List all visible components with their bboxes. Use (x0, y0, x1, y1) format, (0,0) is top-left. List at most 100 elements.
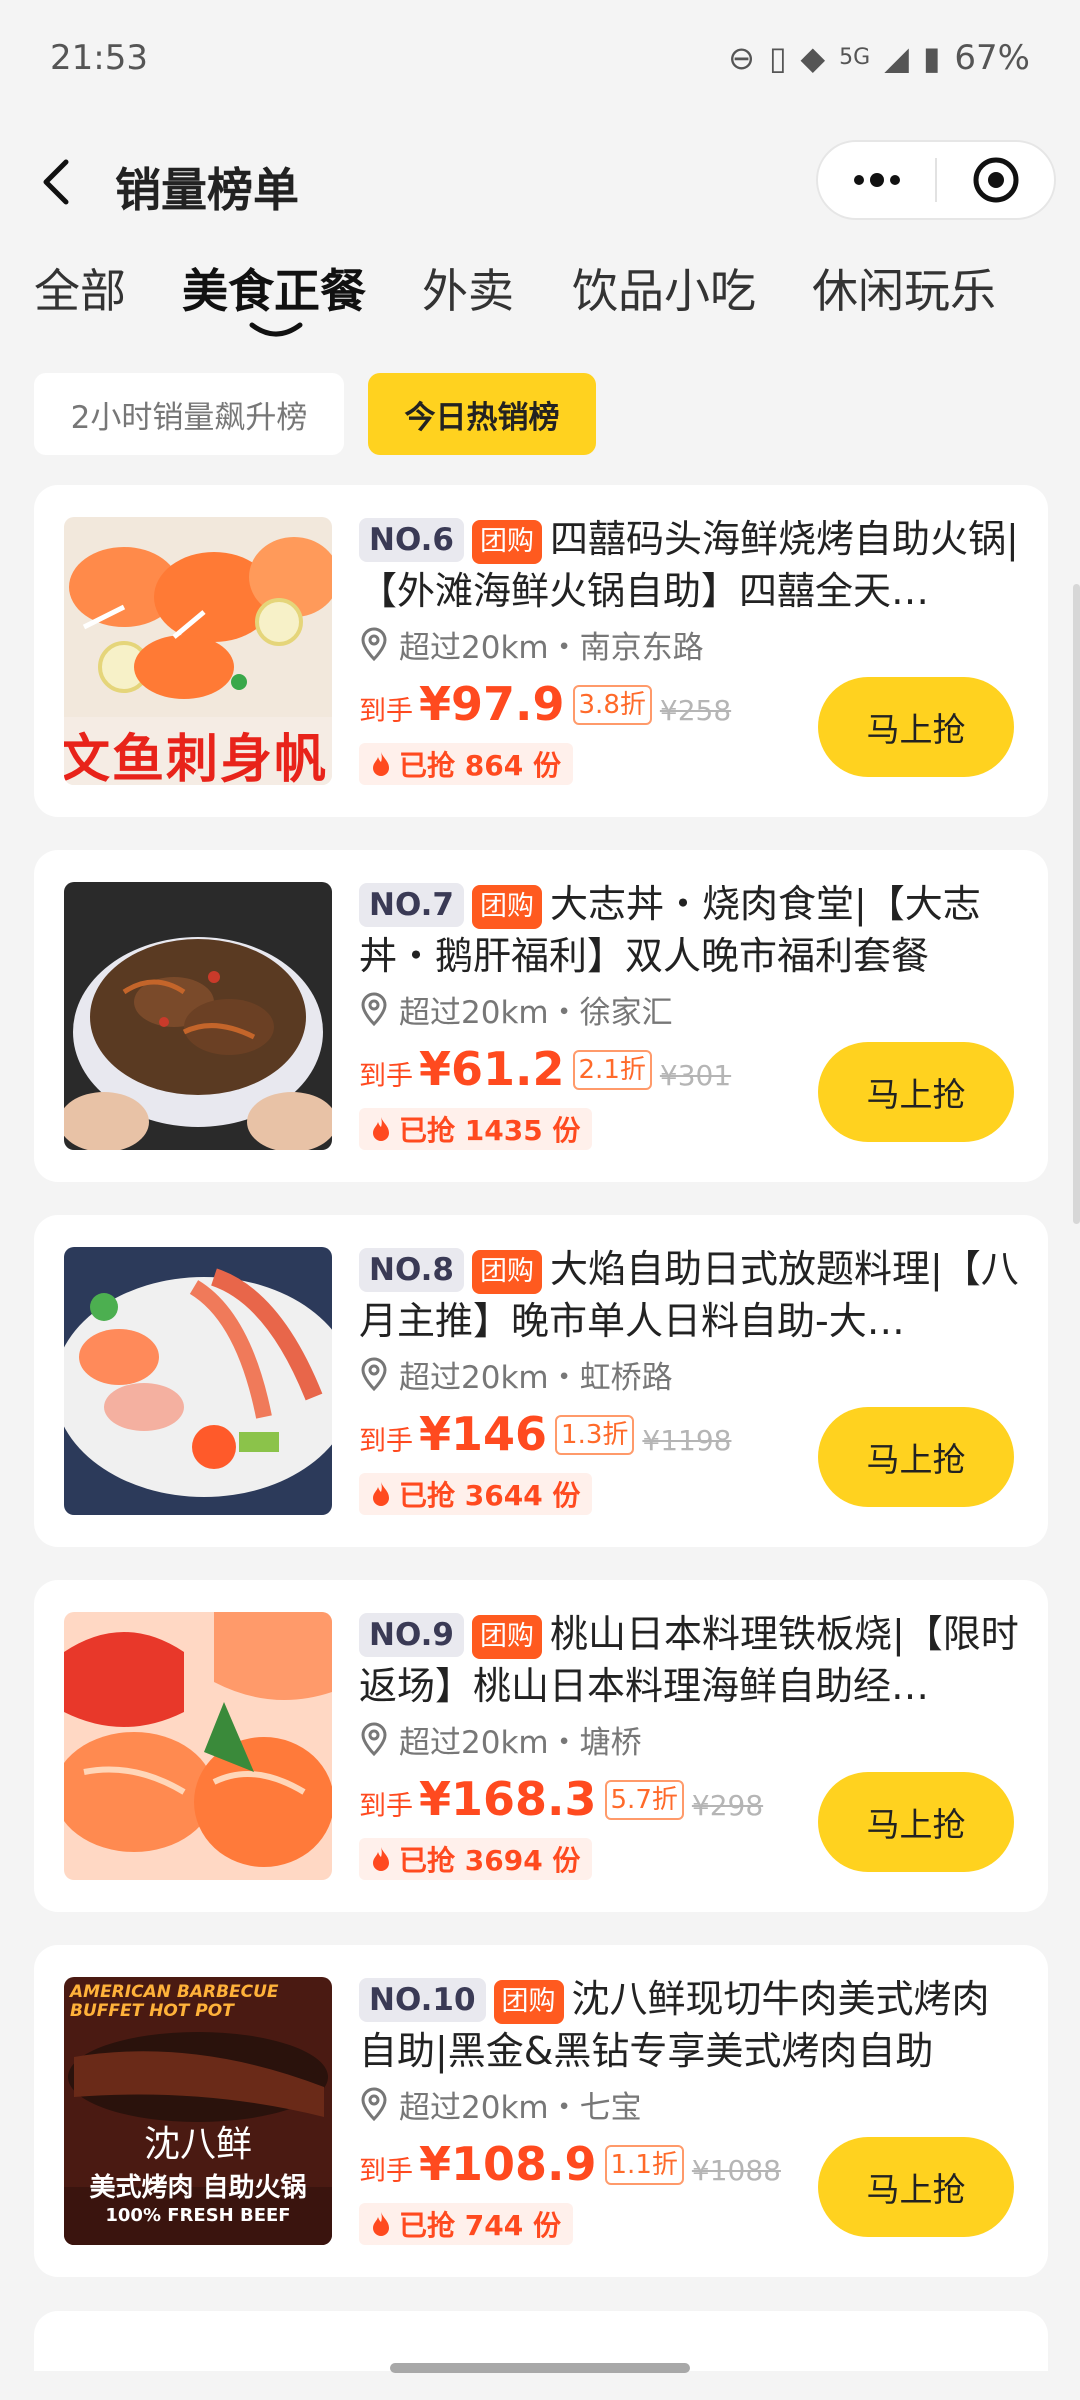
filter-today-hot[interactable]: 今日热销榜 (368, 373, 596, 455)
location-pin-icon (361, 627, 387, 662)
product-thumbnail[interactable]: AMERICAN BARBECUE BUFFET HOT POT 沈八鲜 美式烤… (64, 1977, 332, 2245)
price-prefix: 到手 (359, 1791, 413, 1822)
dnd-icon: ⊖ (728, 38, 755, 77)
item-title[interactable]: NO.8 团购 大焰自助日式放题料理|【八月主推】晚市单人日料自助-大… (359, 1243, 1019, 1347)
close-miniprogram-button[interactable] (937, 142, 1054, 218)
fire-icon (373, 1847, 389, 1871)
list-item[interactable]: NO.8 团购 大焰自助日式放题料理|【八月主推】晚市单人日料自助-大… 超过20k… (34, 1215, 1048, 1547)
item-location: 超过20km・南京东路 (399, 629, 704, 666)
list-item[interactable]: 文鱼刺身帆 NO.6 团购 四囍码头海鲜烧烤自助火锅|【外滩海鲜火锅自助】四囍全天…… (34, 485, 1048, 817)
fire-icon (373, 1117, 389, 1141)
tab-takeout[interactable]: 外卖 (422, 255, 514, 321)
item-title[interactable]: NO.9 团购 桃山日本料理铁板烧|【限时返场】桃山日本料理海鲜自助经… (359, 1608, 1019, 1712)
product-thumbnail[interactable] (64, 1612, 332, 1880)
deal-price: ¥97.9 (419, 677, 565, 731)
location-line: 超过20km・徐家汇 (359, 984, 1048, 1034)
sold-count: 已抢 3694 份 (399, 1844, 581, 1877)
group-buy-tag: 团购 (471, 885, 542, 929)
page-title: 销量榜单 (115, 163, 299, 217)
discount-badge: 3.8折 (572, 685, 652, 725)
sold-count: 已抢 1435 份 (399, 1114, 581, 1147)
item-location: 超过20km・徐家汇 (399, 994, 673, 1031)
sold-count: 已抢 864 份 (399, 749, 561, 782)
discount-badge: 1.3折 (555, 1415, 635, 1455)
thumb-caption: 文鱼刺身帆 (64, 730, 329, 785)
wifi-icon: ◆ (800, 38, 826, 77)
sold-count: 已抢 3644 份 (399, 1479, 581, 1512)
original-price: ¥258 (659, 694, 732, 727)
sold-count: 已抢 744 份 (399, 2209, 561, 2242)
item-location: 超过20km・塘桥 (399, 1724, 642, 1761)
list-item[interactable]: NO.7 团购 大志丼・烧肉食堂|【大志丼・鹅肝福利】双人晚市福利套餐 超过20km… (34, 850, 1048, 1182)
rank-badge: NO.10 (359, 1978, 486, 2022)
original-price: ¥298 (691, 1789, 764, 1822)
thumb-caption-top: AMERICAN BARBECUE BUFFET HOT POT (70, 1982, 279, 2021)
item-location: 超过20km・七宝 (399, 2089, 642, 2126)
list-item[interactable]: AMERICAN BARBECUE BUFFET HOT POT 沈八鲜 美式烤… (34, 1945, 1048, 2277)
fire-icon (373, 752, 389, 776)
signal-icon: ◢ (884, 38, 909, 77)
item-title[interactable]: NO.10 团购 沈八鲜现切牛肉美式烤肉自助|黑金&黑钻专享美式烤肉自助 (359, 1973, 1019, 2077)
item-title[interactable]: NO.7 团购 大志丼・烧肉食堂|【大志丼・鹅肝福利】双人晚市福利套餐 (359, 878, 1019, 982)
list-item[interactable]: NO.9 团购 桃山日本料理铁板烧|【限时返场】桃山日本料理海鲜自助经… 超过20k… (34, 1580, 1048, 1912)
battery-icon: ▮ (922, 38, 941, 77)
status-bar: 21:53 ⊖ ▯ ◆ 5G ◢ ▮ 67% (0, 0, 1080, 115)
buy-now-button[interactable]: 马上抢 (818, 1407, 1014, 1507)
product-thumbnail[interactable] (64, 1247, 332, 1515)
thumb-caption-main: 美式烤肉 自助火锅 (89, 2173, 307, 2203)
location-line: 超过20km・塘桥 (359, 1714, 1048, 1764)
more-button[interactable] (818, 142, 935, 218)
location-line: 超过20km・七宝 (359, 2079, 1048, 2129)
item-title[interactable]: NO.6 团购 四囍码头海鲜烧烤自助火锅|【外滩海鲜火锅自助】四囍全天… (359, 513, 1019, 617)
home-indicator[interactable] (390, 2363, 690, 2373)
product-thumbnail[interactable]: 文鱼刺身帆 (64, 517, 332, 785)
buy-now-button[interactable]: 马上抢 (818, 2137, 1014, 2237)
tab-drinks-snacks[interactable]: 饮品小吃 (572, 255, 756, 321)
buy-now-button[interactable]: 马上抢 (818, 677, 1014, 777)
location-pin-icon (361, 992, 387, 1027)
location-pin-icon (361, 1357, 387, 1392)
location-pin-icon (361, 1722, 387, 1757)
discount-badge: 2.1折 (572, 1050, 652, 1090)
deal-price: ¥168.3 (419, 1772, 597, 1826)
price-prefix: 到手 (359, 696, 413, 727)
miniprogram-capsule (816, 140, 1056, 220)
active-tab-indicator (249, 322, 303, 337)
sold-count-badge: 已抢 3644 份 (359, 1473, 593, 1515)
original-price: ¥1198 (642, 1424, 732, 1457)
fire-icon (373, 1482, 389, 1506)
filter-rising[interactable]: 2小时销量飙升榜 (34, 373, 344, 455)
category-tabs: 全部 美食正餐 外卖 饮品小吃 休闲玩乐 (0, 255, 1080, 345)
group-buy-tag: 团购 (471, 1250, 542, 1294)
rank-badge: NO.7 (359, 883, 464, 927)
status-icons: ⊖ ▯ ◆ 5G ◢ ▮ 67% (728, 38, 1030, 78)
rank-badge: NO.9 (359, 1613, 464, 1657)
location-pin-icon (361, 2087, 387, 2122)
discount-badge: 1.1折 (604, 2145, 684, 2185)
group-buy-tag: 团购 (471, 520, 542, 564)
tab-leisure[interactable]: 休闲玩乐 (812, 255, 996, 321)
sold-count-badge: 已抢 1435 份 (359, 1108, 593, 1150)
product-thumbnail[interactable] (64, 882, 332, 1150)
nav-bar: 销量榜单 (0, 140, 1080, 230)
battery-level: 67% (954, 37, 1030, 78)
tab-all[interactable]: 全部 (34, 255, 126, 321)
target-icon (973, 157, 1018, 203)
price-prefix: 到手 (359, 1426, 413, 1457)
fire-icon (373, 2212, 389, 2236)
list-item-partial (34, 2311, 1048, 2371)
tab-food[interactable]: 美食正餐 (182, 255, 366, 321)
original-price: ¥301 (659, 1059, 732, 1092)
back-arrow-icon[interactable] (28, 152, 88, 212)
more-dots-icon (853, 173, 900, 187)
deal-price: ¥108.9 (419, 2137, 597, 2191)
location-line: 超过20km・虹桥路 (359, 1349, 1048, 1399)
original-price: ¥1088 (691, 2154, 781, 2187)
thumb-caption-sub: 100% FRESH BEEF (105, 2205, 291, 2226)
buy-now-button[interactable]: 马上抢 (818, 1772, 1014, 1872)
location-line: 超过20km・南京东路 (359, 619, 1048, 669)
discount-badge: 5.7折 (604, 1780, 684, 1820)
price-prefix: 到手 (359, 2156, 413, 2187)
buy-now-button[interactable]: 马上抢 (818, 1042, 1014, 1142)
scrollbar[interactable] (1073, 584, 1080, 1224)
